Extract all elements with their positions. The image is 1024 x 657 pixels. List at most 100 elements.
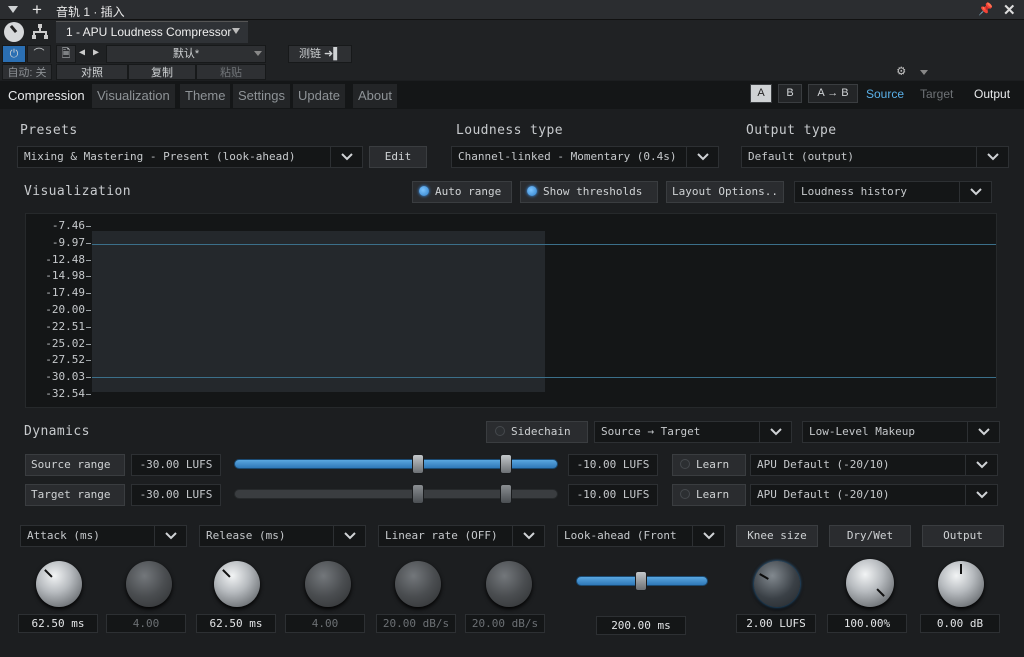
output-type-dropdown[interactable]: Default (output) — [741, 146, 1009, 168]
a-to-b-button[interactable]: A → B — [808, 84, 858, 103]
y-tick-mark — [86, 259, 91, 261]
compare-button[interactable]: 对照 — [56, 64, 128, 80]
attack-secondary-value[interactable]: 4.00 — [106, 614, 186, 633]
auto-range-led-icon — [419, 186, 429, 196]
output-value[interactable]: 0.00 dB — [920, 614, 1000, 633]
source-range-low[interactable]: -30.00 LUFS — [131, 454, 221, 476]
linear-rate-knob-1[interactable] — [395, 561, 441, 607]
tab-settings[interactable]: Settings — [233, 84, 290, 108]
linear-rate-dropdown[interactable]: Linear rate (OFF) — [378, 525, 545, 547]
preset-selector[interactable]: 默认* — [106, 45, 266, 63]
source-range-label: Source range — [25, 454, 125, 476]
power-button[interactable]: ⏻ — [2, 45, 26, 63]
attack-secondary-knob[interactable] — [126, 561, 172, 607]
window-title: 音轨 1 · 插入 — [56, 5, 125, 19]
release-dropdown[interactable]: Release (ms) — [199, 525, 366, 547]
chevron-down-icon — [512, 526, 544, 546]
target-learn-toggle[interactable]: Learn — [672, 484, 746, 506]
target-range-low[interactable]: -30.00 LUFS — [131, 484, 221, 506]
add-icon[interactable]: + — [32, 0, 42, 20]
chevron-down-icon — [154, 526, 186, 546]
tab-update[interactable]: Update — [293, 84, 345, 108]
auto-range-toggle[interactable]: Auto range — [412, 181, 512, 203]
target-range-high[interactable]: -10.00 LUFS — [568, 484, 658, 506]
target-range-low-handle[interactable] — [412, 484, 424, 504]
source-range-high[interactable]: -10.00 LUFS — [568, 454, 658, 476]
pin-icon[interactable]: 📌 — [978, 2, 993, 16]
upper-threshold-line — [92, 244, 996, 245]
plugin-dropdown-icon[interactable] — [232, 28, 240, 34]
sidechain-host-button[interactable]: 测链 ➜▌ — [288, 45, 352, 63]
y-tick-label: -30.03 — [45, 370, 85, 384]
sidechain-led-icon — [495, 426, 505, 436]
makeup-dropdown[interactable]: Low-Level Makeup — [802, 421, 1000, 443]
release-value[interactable]: 62.50 ms — [196, 614, 276, 633]
target-range-high-handle[interactable] — [500, 484, 512, 504]
look-ahead-dropdown[interactable]: Look-ahead (Front — [557, 525, 725, 547]
look-ahead-value[interactable]: 200.00 ms — [596, 616, 686, 635]
output-type-heading: Output type — [746, 123, 837, 138]
linear-rate-value-2[interactable]: 20.00 dB/s — [465, 614, 545, 633]
menu-triangle-icon[interactable] — [8, 6, 18, 13]
activate-button[interactable]: ⌒ — [27, 45, 51, 63]
prev-preset-icon[interactable]: ◀ — [79, 47, 85, 58]
knee-knob[interactable] — [754, 561, 800, 607]
source-range-preset-dropdown[interactable]: APU Default (-20/10) — [750, 454, 998, 476]
y-tick-mark — [86, 343, 91, 345]
y-tick-mark — [86, 310, 91, 311]
close-icon[interactable]: ✕ — [1003, 1, 1016, 19]
target-range-preset-dropdown[interactable]: APU Default (-20/10) — [750, 484, 998, 506]
auto-button[interactable]: 自动: 关 — [2, 64, 52, 80]
next-preset-icon[interactable]: ▶ — [93, 47, 99, 58]
y-tick-label: -32.54 — [45, 387, 85, 400]
y-tick-label: -17.49 — [45, 286, 85, 300]
show-thresholds-led-icon — [527, 186, 537, 196]
dry-wet-knob[interactable] — [846, 559, 894, 607]
dry-wet-value[interactable]: 100.00% — [827, 614, 907, 633]
attack-value[interactable]: 62.50 ms — [18, 614, 98, 633]
attack-knob[interactable] — [36, 561, 82, 607]
look-ahead-handle[interactable] — [635, 571, 647, 591]
layout-options-button[interactable]: Layout Options.. — [666, 181, 784, 203]
routing-icon[interactable] — [30, 22, 50, 42]
preset-dropdown-icon[interactable] — [254, 51, 262, 56]
release-secondary-knob[interactable] — [305, 561, 351, 607]
knee-size-label: Knee size — [736, 525, 818, 547]
show-thresholds-toggle[interactable]: Show thresholds — [520, 181, 658, 203]
release-secondary-value[interactable]: 4.00 — [285, 614, 365, 633]
release-knob[interactable] — [214, 561, 260, 607]
target-label[interactable]: Target — [920, 87, 953, 101]
tab-compression[interactable]: Compression — [3, 84, 90, 108]
linear-rate-knob-2[interactable] — [486, 561, 532, 607]
settings-dropdown-icon[interactable] — [920, 70, 928, 75]
edit-preset-button[interactable]: Edit — [369, 146, 427, 168]
y-tick-label: -14.98 — [45, 269, 85, 283]
tab-about[interactable]: About — [353, 84, 397, 108]
tab-theme[interactable]: Theme — [180, 84, 231, 108]
copy-button[interactable]: 复制 — [128, 64, 196, 80]
source-learn-toggle[interactable]: Learn — [672, 454, 746, 476]
source-label[interactable]: Source — [866, 87, 904, 101]
visualization-mode-dropdown[interactable]: Loudness history — [794, 181, 992, 203]
paste-button[interactable]: 粘贴 — [196, 64, 266, 80]
bypass-knob-icon[interactable] — [4, 22, 24, 42]
gear-icon[interactable]: ⚙ — [897, 63, 905, 79]
sidechain-toggle[interactable]: Sidechain — [486, 421, 588, 443]
a-button[interactable]: A — [750, 84, 772, 103]
presets-dropdown[interactable]: Mixing & Mastering - Present (look-ahead… — [17, 146, 363, 168]
output-label[interactable]: Output — [974, 87, 1010, 101]
preset-file-icon[interactable]: 🗎 — [56, 45, 76, 63]
tab-visualization[interactable]: Visualization — [92, 84, 175, 108]
routing-dropdown[interactable]: Source → Target — [594, 421, 792, 443]
linear-rate-value-1[interactable]: 20.00 dB/s — [376, 614, 456, 633]
attack-dropdown[interactable]: Attack (ms) — [20, 525, 187, 547]
output-knob[interactable] — [938, 561, 984, 607]
knee-value[interactable]: 2.00 LUFS — [736, 614, 816, 633]
b-button[interactable]: B — [778, 84, 802, 103]
source-range-low-handle[interactable] — [412, 454, 424, 474]
loudness-type-dropdown[interactable]: Channel-linked - Momentary (0.4s) — [451, 146, 719, 168]
loudness-history-graph[interactable] — [25, 213, 997, 408]
chevron-down-icon — [965, 485, 997, 505]
source-range-high-handle[interactable] — [500, 454, 512, 474]
chevron-down-icon — [330, 147, 362, 167]
